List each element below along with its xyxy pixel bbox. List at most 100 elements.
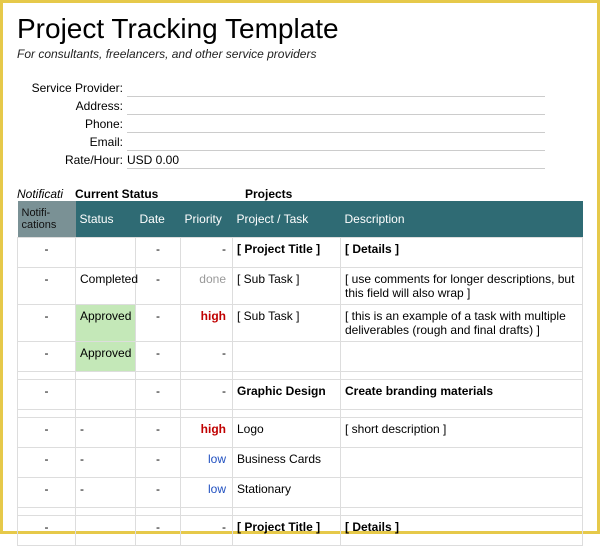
cell-priority[interactable]: low (181, 448, 233, 478)
cell-desc[interactable]: [ short description ] (341, 418, 583, 448)
col-description: Description (341, 201, 583, 238)
cell-date[interactable]: - (136, 342, 181, 372)
table-row: -Completed-done[ Sub Task ][ use comment… (18, 268, 583, 305)
section-projects: Projects (245, 187, 292, 201)
cell-task[interactable]: [ Project Title ] (233, 516, 341, 546)
cell-task[interactable]: [ Sub Task ] (233, 305, 341, 342)
separator-cell (233, 508, 341, 516)
cell-desc[interactable]: Create branding materials (341, 380, 583, 410)
cell-notif[interactable]: - (18, 342, 76, 372)
table-row (18, 372, 583, 380)
value-email[interactable] (127, 134, 545, 151)
cell-priority[interactable]: - (181, 516, 233, 546)
cell-priority[interactable]: high (181, 305, 233, 342)
cell-task[interactable]: Business Cards (233, 448, 341, 478)
cell-priority[interactable]: - (181, 342, 233, 372)
cell-priority[interactable]: done (181, 268, 233, 305)
value-phone[interactable] (127, 116, 545, 133)
separator-cell (76, 508, 136, 516)
cell-notif[interactable]: - (18, 418, 76, 448)
cell-desc[interactable] (341, 448, 583, 478)
cell-notif[interactable]: - (18, 238, 76, 268)
separator-cell (18, 372, 76, 380)
table-row: ---Graphic DesignCreate branding materia… (18, 380, 583, 410)
value-rate-hour[interactable]: USD 0.00 (127, 152, 545, 169)
cell-notif[interactable]: - (18, 478, 76, 508)
table-row: -Approved-- (18, 342, 583, 372)
cell-desc[interactable] (341, 342, 583, 372)
separator-cell (181, 372, 233, 380)
cell-priority[interactable]: high (181, 418, 233, 448)
cell-status[interactable] (76, 516, 136, 546)
cell-date[interactable]: - (136, 448, 181, 478)
cell-status[interactable]: - (76, 448, 136, 478)
cell-task[interactable]: Stationary (233, 478, 341, 508)
separator-cell (181, 508, 233, 516)
cell-priority[interactable]: low (181, 478, 233, 508)
cell-status[interactable]: Approved (76, 342, 136, 372)
cell-date[interactable]: - (136, 238, 181, 268)
col-date: Date (136, 201, 181, 238)
cell-desc[interactable]: [ Details ] (341, 516, 583, 546)
value-service-provider[interactable] (127, 80, 545, 97)
cell-task[interactable]: [ Sub Task ] (233, 268, 341, 305)
separator-cell (181, 410, 233, 418)
cell-status[interactable]: Approved (76, 305, 136, 342)
table-row: ---[ Project Title ][ Details ] (18, 516, 583, 546)
cell-priority[interactable]: - (181, 380, 233, 410)
cell-status[interactable]: - (76, 418, 136, 448)
separator-cell (76, 410, 136, 418)
cell-date[interactable]: - (136, 305, 181, 342)
col-status: Status (76, 201, 136, 238)
cell-date[interactable]: - (136, 268, 181, 305)
label-service-provider: Service Provider: (17, 81, 127, 95)
separator-cell (136, 372, 181, 380)
cell-date[interactable]: - (136, 418, 181, 448)
cell-task[interactable] (233, 342, 341, 372)
label-email: Email: (17, 135, 127, 149)
cell-notif[interactable]: - (18, 448, 76, 478)
cell-desc[interactable]: [ this is an example of a task with mult… (341, 305, 583, 342)
table-row: ---[ Project Title ][ Details ] (18, 238, 583, 268)
table-row: -Approved-high[ Sub Task ][ this is an e… (18, 305, 583, 342)
cell-notif[interactable]: - (18, 268, 76, 305)
separator-cell (18, 508, 76, 516)
cell-status[interactable] (76, 380, 136, 410)
cell-date[interactable]: - (136, 516, 181, 546)
cell-task[interactable]: Graphic Design (233, 380, 341, 410)
cell-status[interactable] (76, 238, 136, 268)
cell-date[interactable]: - (136, 380, 181, 410)
col-notifications: Notifi- cations (18, 201, 76, 238)
value-address[interactable] (127, 98, 545, 115)
cell-task[interactable]: [ Project Title ] (233, 238, 341, 268)
col-priority: Priority (181, 201, 233, 238)
table-row (18, 508, 583, 516)
cell-task[interactable]: Logo (233, 418, 341, 448)
page-subtitle: For consultants, freelancers, and other … (17, 47, 583, 61)
table-row: ---lowBusiness Cards (18, 448, 583, 478)
label-address: Address: (17, 99, 127, 113)
cell-status[interactable]: - (76, 478, 136, 508)
section-headers: Notificati Current Status Projects (17, 187, 583, 201)
separator-cell (136, 410, 181, 418)
cell-desc[interactable]: [ Details ] (341, 238, 583, 268)
cell-notif[interactable]: - (18, 380, 76, 410)
table-row: ---lowStationary (18, 478, 583, 508)
separator-cell (341, 508, 583, 516)
cell-status[interactable]: Completed (76, 268, 136, 305)
separator-cell (233, 410, 341, 418)
separator-cell (341, 372, 583, 380)
cell-notif[interactable]: - (18, 516, 76, 546)
page-title: Project Tracking Template (17, 13, 583, 45)
section-notifications: Notificati (17, 187, 75, 201)
label-rate-hour: Rate/Hour: (17, 153, 127, 167)
cell-desc[interactable] (341, 478, 583, 508)
separator-cell (136, 508, 181, 516)
table-row (18, 410, 583, 418)
separator-cell (341, 410, 583, 418)
cell-date[interactable]: - (136, 478, 181, 508)
section-current-status: Current Status (75, 187, 245, 201)
cell-priority[interactable]: - (181, 238, 233, 268)
cell-notif[interactable]: - (18, 305, 76, 342)
cell-desc[interactable]: [ use comments for longer descriptions, … (341, 268, 583, 305)
